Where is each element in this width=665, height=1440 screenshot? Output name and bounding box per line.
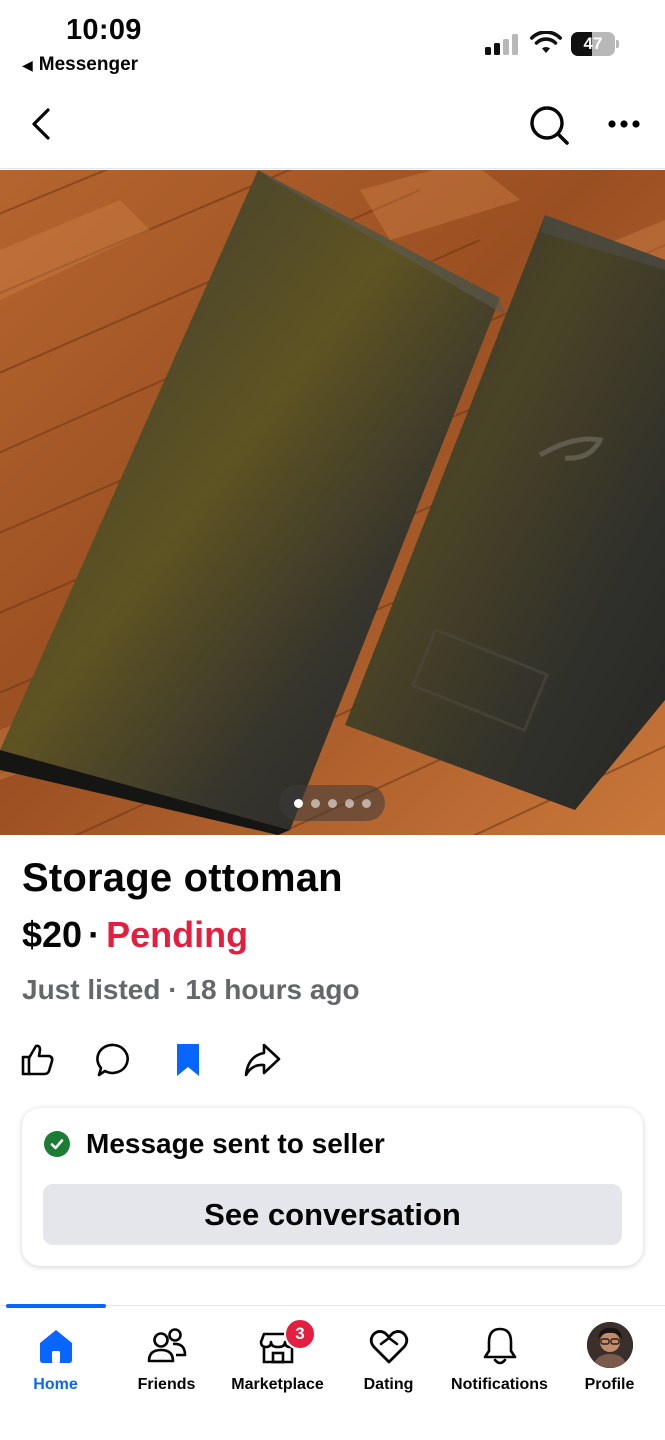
- tab-label: Notifications: [451, 1376, 548, 1393]
- bottom-tab-bar: Home Friends 3 Marketplace Dating Notifi…: [0, 1304, 665, 1440]
- listing-meta: Just listed · 18 hours ago: [22, 974, 360, 1005]
- bell-icon: [483, 1327, 516, 1365]
- heart-icon: [369, 1330, 408, 1364]
- tab-label: Profile: [584, 1376, 635, 1393]
- status-badge: Pending: [106, 914, 249, 955]
- see-conversation-button[interactable]: See conversation: [43, 1184, 622, 1245]
- bookmark-filled-icon[interactable]: [168, 1040, 208, 1080]
- carousel-dot: [293, 798, 303, 808]
- carousel-indicator[interactable]: [279, 785, 385, 821]
- chevron-left-icon[interactable]: [24, 104, 60, 144]
- comment-icon[interactable]: [94, 1040, 134, 1080]
- share-icon[interactable]: [242, 1040, 282, 1080]
- home-icon: [39, 1330, 72, 1363]
- top-navigation: [0, 90, 665, 168]
- listing-photo[interactable]: [0, 170, 665, 835]
- tab-label: Friends: [137, 1376, 196, 1393]
- tab-notifications[interactable]: Notifications: [444, 1306, 555, 1406]
- listing-price: $20: [22, 914, 83, 955]
- listing-actions: [18, 1040, 318, 1080]
- thumbs-up-icon[interactable]: [18, 1040, 58, 1080]
- notification-badge: 3: [284, 1318, 316, 1350]
- tab-label: Marketplace: [231, 1376, 324, 1393]
- message-status-text: Message sent to seller: [86, 1128, 385, 1159]
- battery-icon: 47: [571, 32, 619, 56]
- separator: ·: [88, 914, 101, 955]
- clock: 10:09: [66, 14, 142, 46]
- carousel-dot: [310, 798, 320, 808]
- tab-label: Home: [33, 1376, 78, 1393]
- check-circle-icon: [44, 1131, 70, 1157]
- carousel-dot: [327, 798, 337, 808]
- tab-marketplace[interactable]: 3 Marketplace: [222, 1306, 333, 1406]
- tab-profile[interactable]: Profile: [554, 1306, 665, 1406]
- tab-label: Dating: [363, 1376, 414, 1393]
- tab-friends[interactable]: Friends: [111, 1306, 222, 1406]
- back-app-label: Messenger: [38, 54, 139, 75]
- listing-title: Storage ottoman: [22, 856, 343, 900]
- back-triangle-icon: ◀: [22, 56, 33, 73]
- tab-home[interactable]: Home: [0, 1306, 111, 1406]
- friends-icon: [147, 1328, 186, 1363]
- more-horizontal-icon[interactable]: [604, 112, 644, 136]
- carousel-dot: [361, 798, 371, 808]
- battery-level: 47: [583, 34, 603, 53]
- message-sent-card: Message sent to seller See conversation: [22, 1108, 643, 1266]
- cellular-signal-icon: [485, 33, 518, 55]
- divider: [0, 168, 665, 169]
- avatar: [586, 1322, 633, 1368]
- tab-dating[interactable]: Dating: [333, 1306, 444, 1406]
- carousel-dot: [344, 798, 354, 808]
- price-line: $20 · Pending: [22, 914, 248, 956]
- status-bar: 10:09 ◀ Messenger 47: [0, 0, 665, 84]
- search-icon[interactable]: [526, 102, 572, 148]
- back-to-app-link[interactable]: ◀ Messenger: [22, 54, 138, 76]
- wifi-icon: [530, 31, 562, 53]
